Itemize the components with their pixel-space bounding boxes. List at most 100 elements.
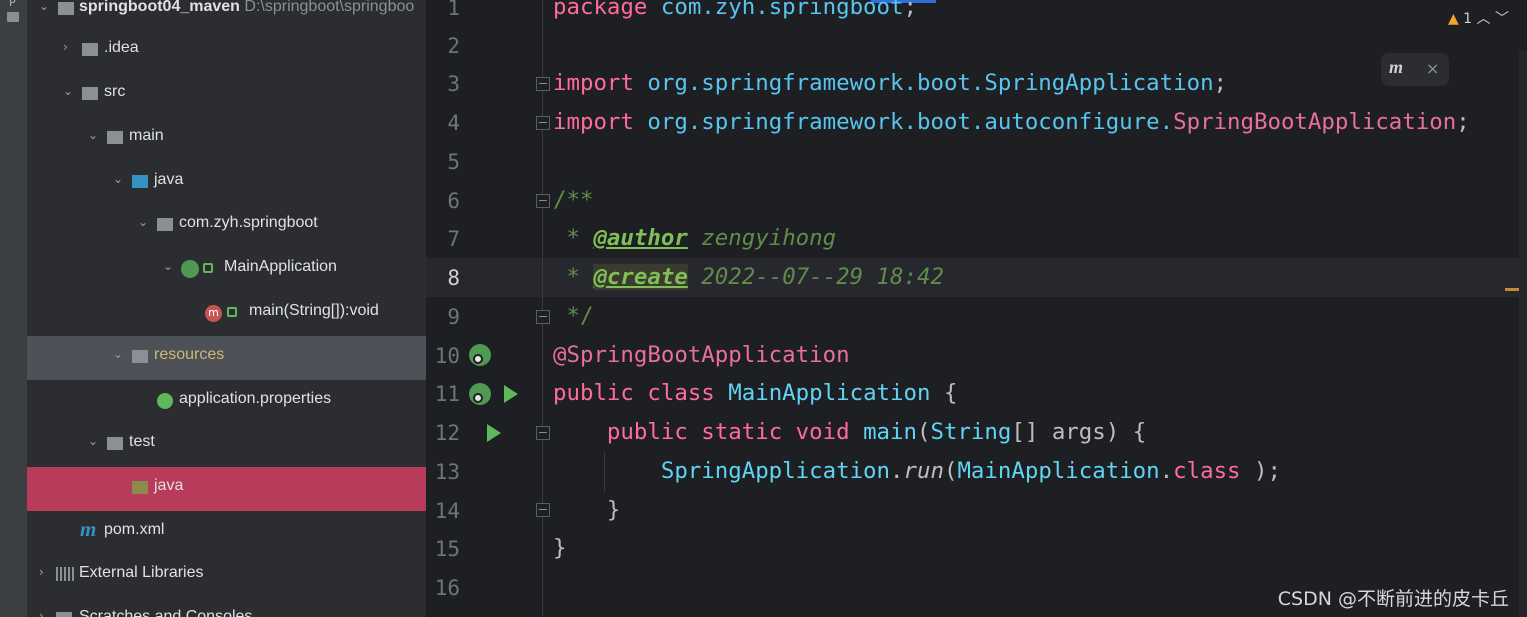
keyword: public [553, 380, 634, 406]
tree-item-label: java [154, 477, 184, 494]
method-name: main [863, 419, 917, 445]
tree-item-main[interactable]: ⌄ main [27, 117, 426, 161]
run-icon[interactable] [487, 424, 501, 442]
line-number: 10 [434, 344, 460, 368]
javadoc-value: zengyihong [687, 225, 837, 251]
close-icon[interactable]: × [1426, 59, 1439, 78]
chevron-down-icon[interactable]: ⌄ [88, 435, 98, 447]
tree-item-mainapplication[interactable]: ⌄ MainApplication [27, 248, 426, 292]
fold-icon[interactable] [536, 426, 550, 440]
keyword: class [647, 380, 715, 406]
chevron-down-icon[interactable]: ⌄ [63, 85, 73, 97]
maven-reload-icon[interactable]: m [1389, 57, 1403, 78]
brace: } [606, 497, 621, 523]
watermark: CSDN @不断前进的皮卡丘 [1277, 588, 1509, 610]
code-line-1: package com.zyh.springboot; [553, 0, 917, 20]
spring-bean-icon[interactable] [469, 344, 491, 366]
maven-reload-popup[interactable]: m × [1381, 53, 1449, 86]
line-number: 12 [434, 421, 460, 445]
tree-item-pom[interactable]: m pom.xml [27, 511, 426, 555]
chevron-down-icon[interactable]: ⌄ [163, 260, 173, 272]
tree-item-label: src [104, 83, 126, 100]
tree-item-main-method[interactable]: m main(String[]):void [27, 292, 426, 336]
module-folder-icon [58, 2, 74, 15]
tree-item-label: Scratches and Consoles [79, 608, 253, 617]
javadoc-tag: @author [593, 225, 688, 251]
chevron-right-icon[interactable]: › [39, 610, 49, 617]
tree-item-label: main(String[]):void [249, 302, 379, 319]
run-icon[interactable] [504, 385, 518, 403]
semicolon: ; [903, 0, 917, 20]
keyword: static [701, 419, 783, 445]
keyword: import [553, 70, 634, 96]
semicolon: ; [1213, 70, 1228, 96]
dot: . [1159, 458, 1174, 484]
chevron-down-icon[interactable]: ﹀ [1495, 11, 1509, 27]
maven-icon: m [80, 517, 97, 541]
line-number: 3 [447, 72, 460, 96]
spring-bean-icon[interactable] [469, 383, 491, 405]
line-number: 5 [447, 150, 460, 174]
line-number: 1 [447, 0, 460, 20]
code-line-9: */ [553, 303, 594, 329]
tree-item-test[interactable]: ⌄ test [27, 423, 426, 467]
comment-star: * [553, 264, 594, 290]
tree-item-application-properties[interactable]: application.properties [27, 380, 426, 424]
javadoc-value: 2022--07--29 18:42 [687, 264, 944, 290]
project-tree: ⌄ springboot04_maven D:\springboot\sprin… [27, 0, 426, 617]
code-line-15: } [553, 535, 567, 561]
inspection-widget[interactable]: ▲ 1 ︿ ﹀ [1448, 8, 1509, 28]
comment-star: * [553, 225, 594, 251]
libraries-icon [56, 567, 74, 581]
project-tool-label[interactable]: P [9, 0, 16, 9]
editor-scrollbar[interactable] [1519, 50, 1527, 617]
chevron-down-icon[interactable]: ⌄ [113, 173, 123, 185]
tree-item-external-libraries[interactable]: › External Libraries [27, 554, 426, 598]
fold-icon[interactable] [536, 116, 550, 130]
code-line-13: SpringApplication.run(MainApplication.cl… [553, 458, 1281, 484]
fold-icon[interactable] [536, 77, 550, 91]
tree-item-resources[interactable]: ⌄ resources [27, 336, 426, 380]
fold-icon[interactable] [536, 194, 550, 208]
tree-item-test-java[interactable]: java [27, 467, 426, 511]
tree-item-src[interactable]: ⌄ src [27, 73, 426, 117]
tree-item-idea[interactable]: › .idea [27, 29, 426, 73]
code-line-7: * @author zengyihong [553, 225, 836, 251]
method-icon: m [205, 305, 222, 322]
tree-item-package[interactable]: ⌄ com.zyh.springboot [27, 204, 426, 248]
chevron-down-icon[interactable]: ⌄ [88, 129, 98, 141]
chevron-down-icon[interactable]: ⌄ [138, 216, 148, 228]
tree-item-java[interactable]: ⌄ java [27, 161, 426, 205]
tree-root[interactable]: ⌄ springboot04_maven D:\springboot\sprin… [27, 0, 426, 32]
chevron-up-icon[interactable]: ︿ [1477, 11, 1491, 27]
chevron-down-icon[interactable]: ⌄ [39, 0, 49, 12]
lock-icon [203, 263, 213, 273]
keyword: import [553, 109, 634, 135]
code-line-4: import org.springframework.boot.autoconf… [553, 109, 1470, 135]
package-name: com.zyh.springboot [647, 0, 904, 20]
line-number: 14 [434, 499, 460, 523]
tree-item-label: java [154, 171, 184, 188]
spring-properties-icon [157, 393, 173, 409]
line-number: 15 [434, 537, 460, 561]
code-editor[interactable]: 1 2 3 4 5 6 7 8 9 10 11 12 13 14 15 16 p… [426, 0, 1527, 617]
code-line-8: * @create 2022--07--29 18:42 [553, 264, 944, 290]
fold-icon[interactable] [536, 503, 550, 517]
folder-icon [82, 43, 98, 56]
fold-icon[interactable] [536, 310, 550, 324]
class-name: MainApplication [957, 458, 1160, 484]
dot: . [890, 458, 904, 484]
chevron-down-icon[interactable]: ⌄ [113, 348, 123, 360]
chevron-right-icon[interactable]: › [63, 41, 73, 53]
tree-item-label: main [129, 127, 164, 144]
chevron-right-icon[interactable]: › [39, 566, 49, 578]
warning-marker[interactable] [1505, 288, 1519, 291]
code-line-6: /** [553, 187, 594, 213]
paren: ( [917, 419, 931, 445]
package-icon [157, 218, 173, 231]
resources-folder-icon [132, 350, 148, 363]
source-folder-icon [132, 175, 148, 188]
paren: ( [943, 458, 958, 484]
folder-icon[interactable] [7, 12, 19, 22]
tree-item-scratches[interactable]: › Scratches and Consoles [27, 598, 426, 617]
